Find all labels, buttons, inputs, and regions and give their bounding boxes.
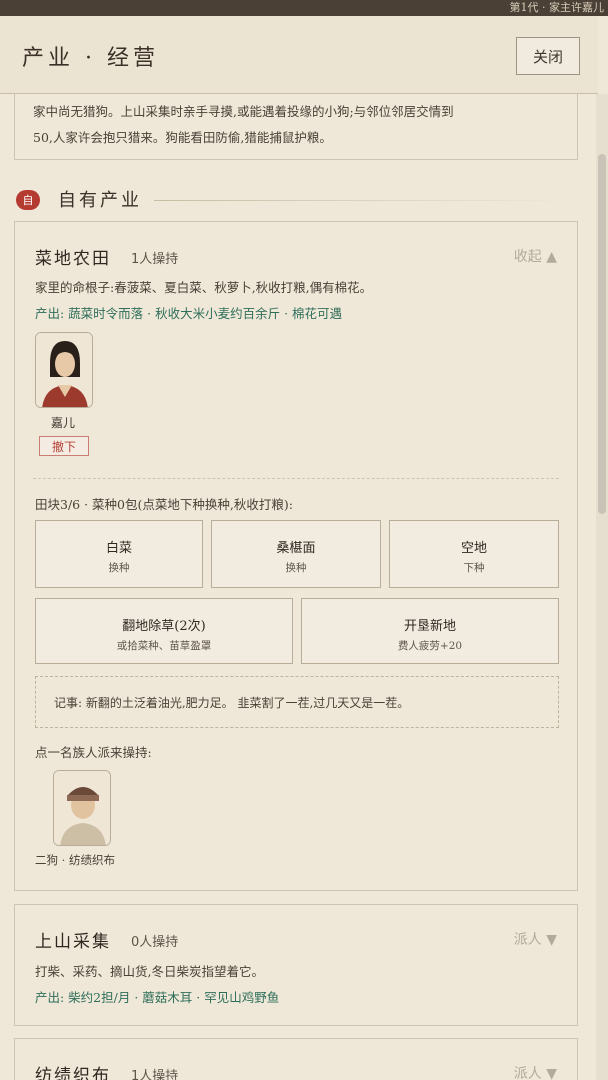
plot-action: 换种 [285, 562, 307, 574]
plot-crop: 白菜 [105, 541, 132, 556]
plot-crop: 桑椹面 [276, 541, 316, 556]
industry-card-gathering: 上山采集 0人操持 派人 ▼ 打柴、采药、摘山货,冬日柴炭指望着它。 产出: 柴… [14, 904, 578, 1026]
collapse-toggle[interactable]: 收起 ▲ [514, 246, 557, 266]
assign-toggle[interactable]: 派人 ▼ [514, 1063, 557, 1080]
industry-title: 菜地农田 [35, 249, 111, 269]
man-portrait-icon [54, 771, 110, 845]
plot-cell-2[interactable]: 桑椹面 换种 [211, 520, 381, 588]
generation-strip: 第1代 · 家主许嘉儿 [0, 0, 608, 16]
action-sub: 费人疲劳+20 [397, 640, 463, 652]
intro-line-1: 家中尚无猎狗。上山采集时亲手寻摸,或能遇着投缘的小狗;与邻位邻居交情到 [33, 104, 454, 119]
industry-output: 产出: 柴约2担/月 · 蘑菇木耳 · 罕见山鸡野鱼 [35, 990, 280, 1005]
divider [33, 478, 559, 479]
revoke-button[interactable]: 撤下 [39, 436, 89, 456]
owned-badge-icon: 自 [16, 190, 40, 210]
industry-worker-count: 1人操持 [131, 252, 179, 267]
industry-description: 家里的命根子:春菠菜、夏白菜、秋萝卜,秋收打粮,偶有棉花。 [35, 280, 373, 295]
worker-portrait[interactable] [35, 332, 93, 408]
candidate-portrait[interactable] [53, 770, 111, 846]
till-weed-button[interactable]: 翻地除草(2次) 或拾菜种、苗草盈罩 [35, 598, 293, 664]
plots-info: 田块3/6 · 菜种0包(点菜地下种换种,秋收打粮): [35, 497, 293, 512]
industry-title: 纺绩织布 [35, 1066, 111, 1080]
industry-worker-count: 1人操持 [131, 1069, 179, 1080]
panel-title: 产业 · 经营 [22, 46, 159, 71]
action-sub: 或拾菜种、苗草盈罩 [116, 640, 212, 652]
panel-header: 产业 · 经营 关闭 [0, 16, 598, 94]
reclaim-land-button[interactable]: 开垦新地 费人疲劳+20 [301, 598, 559, 664]
plot-cell-1[interactable]: 白菜 换种 [35, 520, 203, 588]
plot-crop: 空地 [460, 541, 487, 556]
assign-toggle[interactable]: 派人 ▼ [514, 929, 557, 949]
plot-action: 换种 [108, 562, 130, 574]
industry-card-farm: 菜地农田 1人操持 收起 ▲ 家里的命根子:春菠菜、夏白菜、秋萝卜,秋收打粮,偶… [14, 221, 578, 891]
scrollbar[interactable] [596, 94, 608, 1080]
action-title: 开垦新地 [403, 619, 456, 634]
industry-title: 上山采集 [35, 932, 111, 952]
journal-note: 记事: 新翻的土泛着油光,肥力足。 韭菜割了一茬,过几天又是一茬。 [35, 676, 559, 728]
close-button[interactable]: 关闭 [516, 37, 580, 75]
plot-cell-3[interactable]: 空地 下种 [389, 520, 559, 588]
industry-worker-count: 0人操持 [131, 935, 179, 950]
intro-line-2: 50,人家许会抱只猎来。狗能看田防偷,猎能捕鼠护粮。 [33, 130, 332, 145]
section-divider [154, 200, 574, 201]
assign-prompt: 点一名族人派来操持: [35, 745, 152, 760]
industry-card-weaving: 纺绩织布 1人操持 派人 ▼ [14, 1038, 578, 1080]
section-title: 自有产业 [58, 190, 142, 211]
worker-name: 嘉儿 [51, 416, 76, 430]
scrollbar-thumb[interactable] [598, 154, 606, 514]
action-title: 翻地除草(2次) [122, 619, 206, 634]
industry-description: 打柴、采药、摘山货,冬日柴炭指望着它。 [35, 964, 264, 979]
intro-card: 家中尚无猎狗。上山采集时亲手寻摸,或能遇着投缘的小狗;与邻位邻居交情到 50,人… [14, 94, 578, 160]
industry-output: 产出: 蔬菜时令而落 · 秋收大米小麦约百余斤 · 棉花可遇 [35, 306, 343, 321]
candidate-label: 二狗 · 纺绩织布 [35, 853, 115, 867]
section-header-owned: 自 自有产业 [14, 186, 578, 212]
woman-portrait-icon [36, 333, 92, 407]
plot-action: 下种 [463, 562, 485, 574]
panel-scroll[interactable]: 家中尚无猎狗。上山采集时亲手寻摸,或能遇着投缘的小狗;与邻位邻居交情到 50,人… [0, 94, 596, 1080]
